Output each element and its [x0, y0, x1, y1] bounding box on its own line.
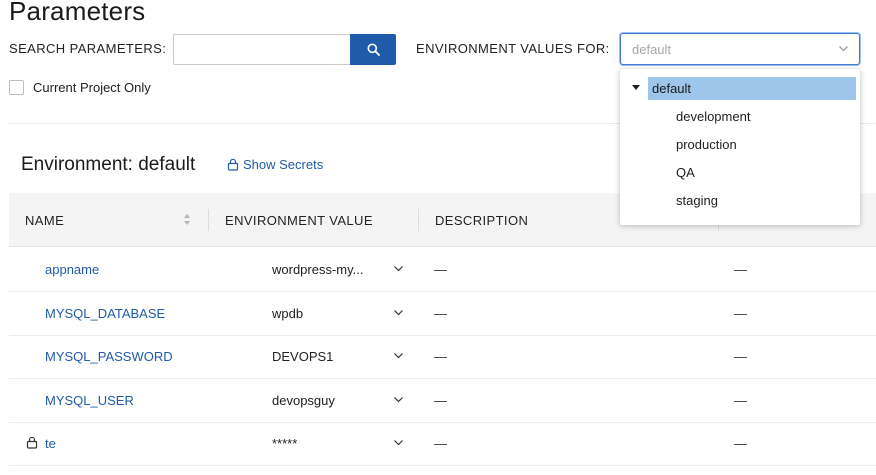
extra-cell: —	[734, 393, 747, 408]
show-secrets-link[interactable]: Show Secrets	[227, 157, 323, 172]
chevron-down-icon[interactable]	[393, 437, 404, 448]
table-row: MYSQL_USER devopsguy — —	[9, 379, 876, 423]
environment-value: DEVOPS1	[272, 349, 334, 364]
parameter-name-link[interactable]: MYSQL_DATABASE	[45, 306, 165, 321]
dropdown-option-qa[interactable]: QA	[676, 165, 695, 180]
sort-icon[interactable]	[183, 213, 191, 226]
extra-cell: —	[734, 436, 747, 451]
dropdown-option-production[interactable]: production	[676, 137, 737, 152]
column-separator	[208, 209, 209, 231]
column-header-name[interactable]: NAME	[25, 213, 64, 228]
description-cell: —	[434, 436, 447, 451]
show-secrets-label: Show Secrets	[243, 157, 324, 172]
current-project-only-checkbox[interactable]	[9, 80, 24, 95]
chevron-down-icon	[839, 46, 848, 52]
page-title: Parameters	[9, 0, 146, 26]
search-icon	[367, 43, 380, 56]
dropdown-option-default[interactable]: default	[648, 77, 856, 100]
description-cell: —	[434, 306, 447, 321]
environment-value: *****	[272, 436, 298, 451]
column-separator	[418, 209, 419, 231]
chevron-down-icon[interactable]	[393, 307, 404, 318]
current-project-only-label: Current Project Only	[33, 80, 151, 95]
search-button[interactable]	[350, 34, 396, 65]
table-row: MYSQL_DATABASE wpdb — —	[9, 292, 876, 336]
parameter-name-link[interactable]: MYSQL_PASSWORD	[45, 349, 173, 364]
extra-cell: —	[734, 306, 747, 321]
table-row: appname wordpress-my... — —	[9, 248, 876, 292]
extra-cell: —	[734, 349, 747, 364]
environment-select[interactable]: default	[620, 33, 860, 65]
dropdown-option-staging[interactable]: staging	[676, 193, 718, 208]
environment-heading: Environment: default	[21, 154, 196, 175]
environment-values-label: ENVIRONMENT VALUES FOR:	[416, 41, 610, 56]
description-cell: —	[434, 262, 447, 277]
environment-dropdown-menu: default development production QA stagin…	[620, 69, 860, 225]
extra-cell: —	[734, 262, 747, 277]
lock-icon	[227, 158, 239, 171]
parameter-name-link[interactable]: appname	[45, 262, 99, 277]
chevron-down-icon[interactable]	[393, 350, 404, 361]
dropdown-option-development[interactable]: development	[676, 109, 750, 124]
environment-value: wpdb	[272, 306, 304, 321]
column-header-description: DESCRIPTION	[435, 213, 529, 228]
environment-select-value: default	[632, 42, 672, 57]
environment-value: devopsguy	[272, 393, 335, 408]
lock-icon	[26, 436, 38, 449]
chevron-down-icon[interactable]	[393, 394, 404, 405]
search-parameters-label: SEARCH PARAMETERS:	[9, 41, 167, 56]
parameter-name-link[interactable]: te	[45, 436, 56, 451]
description-cell: —	[434, 393, 447, 408]
description-cell: —	[434, 349, 447, 364]
caret-down-icon[interactable]	[632, 85, 640, 90]
parameter-name-link[interactable]: MYSQL_USER	[45, 393, 134, 408]
search-input[interactable]	[173, 34, 351, 65]
environment-value: wordpress-my...	[272, 262, 364, 277]
chevron-down-icon[interactable]	[393, 263, 404, 274]
table-row: te ***** — —	[9, 422, 876, 466]
column-header-environment-value: ENVIRONMENT VALUE	[225, 213, 373, 228]
table-row: MYSQL_PASSWORD DEVOPS1 — —	[9, 335, 876, 379]
